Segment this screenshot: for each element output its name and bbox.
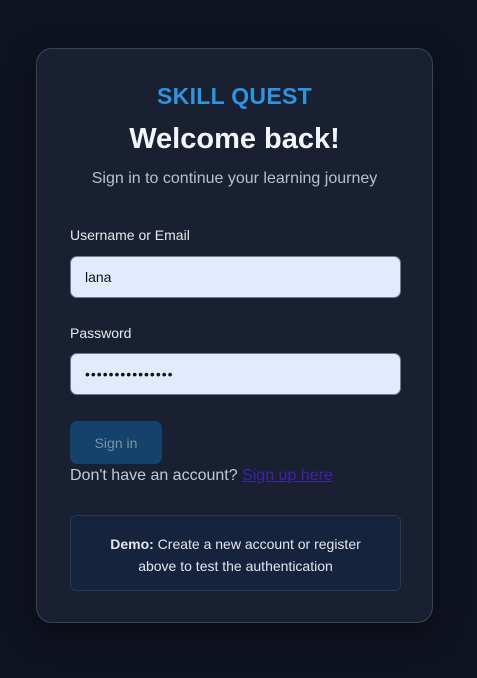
username-label: Username or Email — [70, 227, 190, 243]
login-card: SKILL QUEST Welcome back! Sign in to con… — [36, 48, 433, 623]
demo-text: Create a new account or register above t… — [138, 536, 361, 574]
password-input[interactable] — [70, 353, 401, 395]
demo-label: Demo: — [110, 536, 154, 552]
page-subtitle: Sign in to continue your learning journe… — [91, 170, 378, 187]
password-label: Password — [70, 325, 132, 341]
demo-notice: Demo: Create a new account or register a… — [70, 515, 401, 591]
signup-row: Don't have an account? Sign up here — [70, 467, 333, 485]
signup-link[interactable]: Sign up here — [242, 467, 333, 484]
signup-prompt: Don't have an account? — [70, 467, 238, 484]
page-title: Welcome back! — [129, 123, 340, 155]
sign-in-button[interactable]: Sign in — [70, 421, 162, 464]
username-input[interactable] — [70, 256, 401, 298]
brand-logo-text: SKILL QUEST — [157, 83, 312, 109]
